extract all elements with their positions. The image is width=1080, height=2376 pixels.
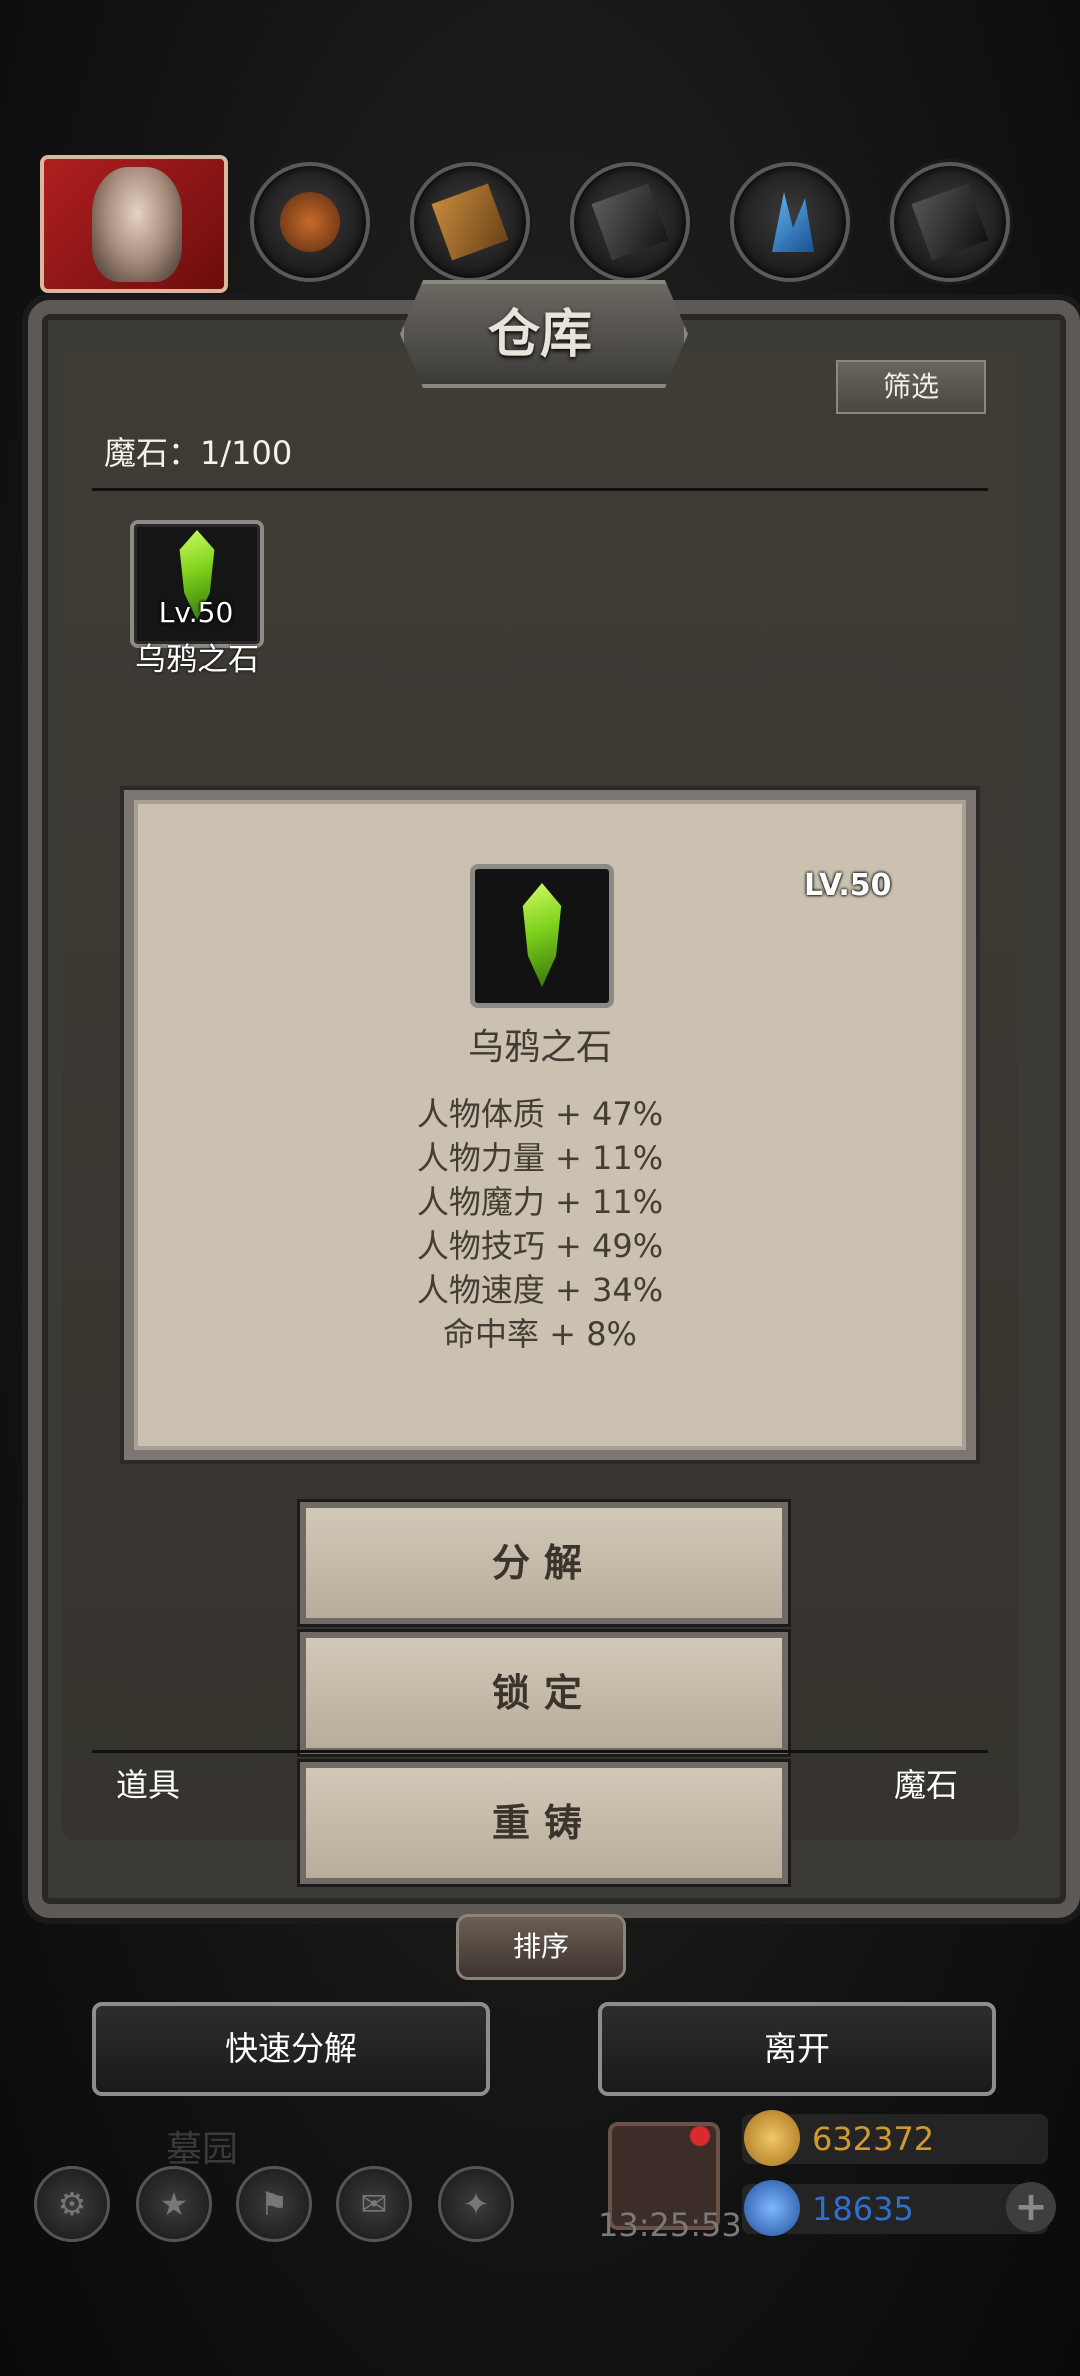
ore-icon [280, 192, 340, 252]
gem-icon [744, 2180, 800, 2236]
avatar [92, 167, 182, 282]
reforge-button[interactable]: 重铸 [300, 1762, 788, 1884]
material-tab-iron[interactable] [570, 162, 690, 282]
item-level: Lv.50 [158, 596, 234, 629]
detail-level: LV.50 [804, 868, 892, 903]
star-icon[interactable]: ★ [136, 2166, 212, 2242]
slab-icon [911, 183, 989, 261]
filter-button[interactable]: 筛选 [836, 360, 986, 414]
leave-button[interactable]: 离开 [598, 2002, 996, 2096]
notification-dot [690, 2126, 710, 2146]
zone-name: 墓园 [166, 2129, 239, 2170]
clock: 13:25:53 [598, 2206, 742, 2244]
iron-icon [591, 183, 669, 261]
wood-icon [431, 183, 509, 261]
stat-line: 命中率 + 8% [443, 1315, 637, 1353]
material-tab-slab[interactable] [890, 162, 1010, 282]
gold-value: 632372 [812, 2120, 935, 2158]
settings-icon[interactable]: ⚙ [34, 2166, 110, 2242]
category-count: 魔石：1/100 [104, 434, 293, 472]
stat-line: 人物速度 + 34% [416, 1271, 664, 1309]
gem-value: 18635 [812, 2190, 914, 2228]
detail-item-name: 乌鸦之石 [467, 1027, 612, 1068]
guild-icon[interactable]: ⚑ [236, 2166, 312, 2242]
stat-line: 人物魔力 + 11% [416, 1183, 664, 1221]
magic-stone-icon [522, 883, 562, 987]
stat-line: 人物技巧 + 49% [416, 1227, 664, 1265]
quick-decompose-button[interactable]: 快速分解 [92, 2002, 490, 2096]
stat-line: 人物力量 + 11% [416, 1139, 664, 1177]
lock-button[interactable]: 锁定 [300, 1632, 788, 1754]
crystal-icon [772, 192, 814, 252]
divider-top [92, 488, 988, 491]
mail-icon[interactable]: ✉ [336, 2166, 412, 2242]
sort-button[interactable]: 排序 [456, 1914, 626, 1980]
stat-line: 人物体质 + 47% [416, 1095, 664, 1133]
decompose-button[interactable]: 分解 [300, 1502, 788, 1624]
character-portrait[interactable] [40, 155, 228, 293]
material-tab-wood[interactable] [410, 162, 530, 282]
tab-items[interactable]: 道具 [116, 1760, 180, 1806]
add-currency-button[interactable]: + [1006, 2182, 1056, 2232]
team-icon[interactable]: ✦ [438, 2166, 514, 2242]
stat-list: 人物体质 + 47% 人物力量 + 11% 人物魔力 + 11% 人物技巧 + … [124, 1092, 956, 1356]
detail-item-icon [470, 864, 614, 1008]
material-tab-ore[interactable] [250, 162, 370, 282]
material-tab-crystal[interactable] [730, 162, 850, 282]
divider-bottom [92, 1750, 988, 1753]
item-name: 乌鸦之石 [135, 642, 259, 678]
tab-magic-stones[interactable]: 魔石 [894, 1760, 958, 1806]
page-title: 仓库 [487, 304, 592, 365]
gold-coin-icon [744, 2110, 800, 2166]
